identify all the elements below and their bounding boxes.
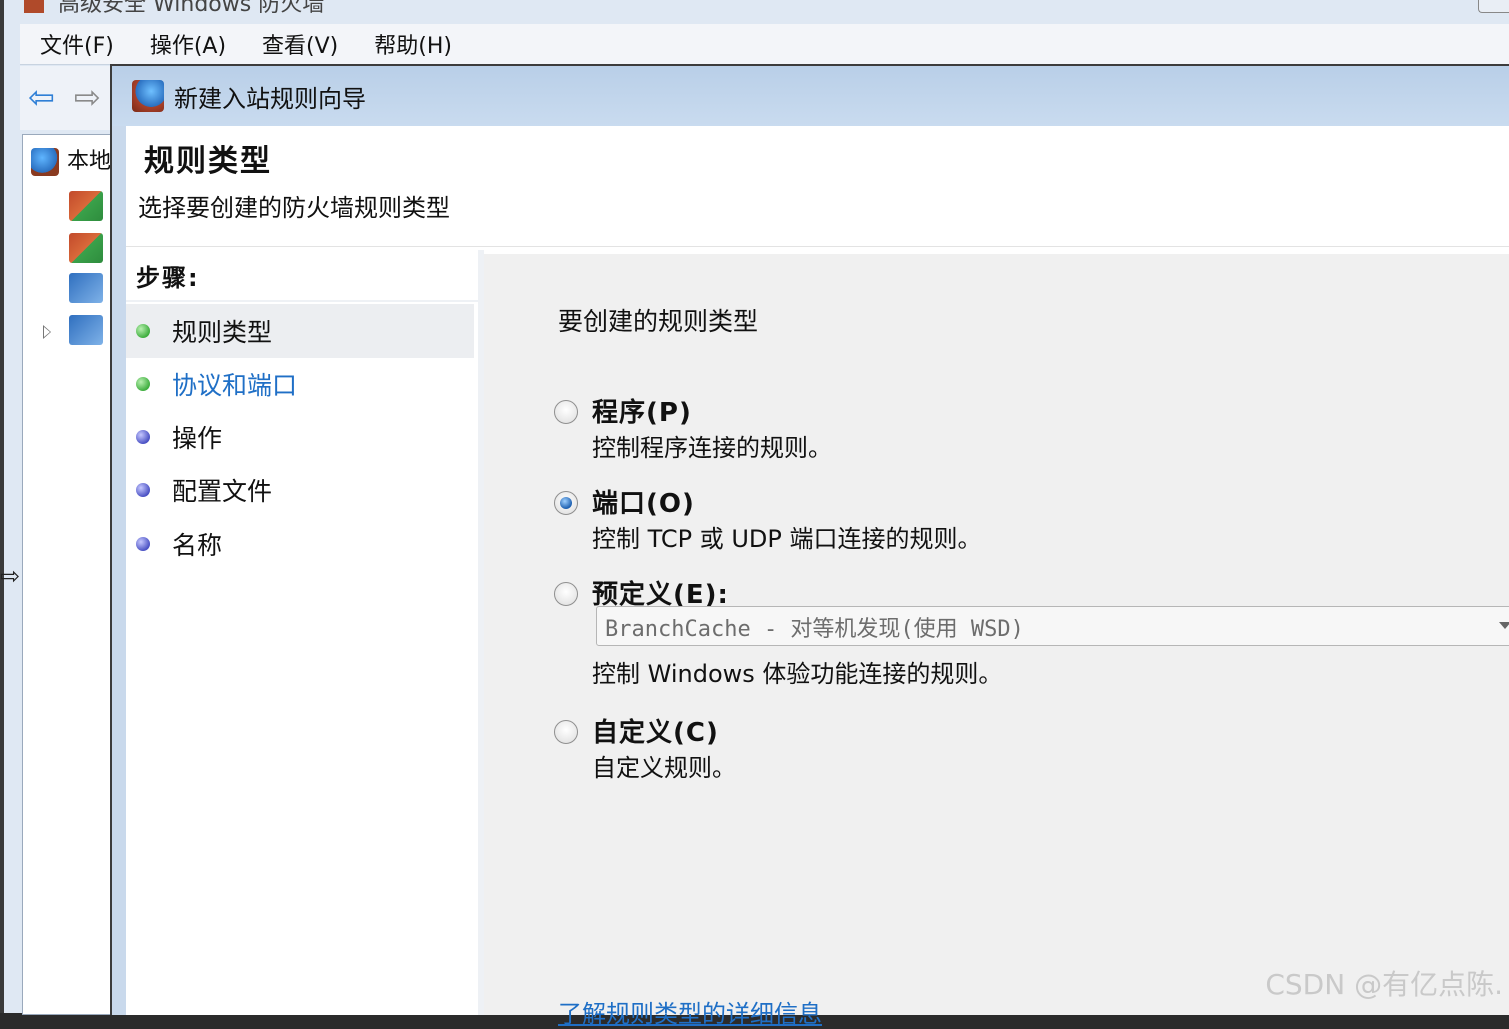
wizard-body: 规则类型 选择要创建的防火墙规则类型 步骤: 规则类型 协议和端口 操作 配置文… <box>126 126 1509 1028</box>
custom-radio[interactable] <box>554 720 578 744</box>
step-status-icon <box>136 483 150 497</box>
program-radio[interactable] <box>554 400 578 424</box>
step-rule-type: 规则类型 <box>126 304 474 358</box>
monitoring-icon[interactable] <box>69 315 103 345</box>
connection-security-icon[interactable] <box>69 273 103 303</box>
predefined-dropdown[interactable]: BranchCache - 对等机发现(使用 WSD) <box>596 606 1509 646</box>
tree-root-item[interactable]: 本地 <box>31 143 111 176</box>
menu-action[interactable]: 操作(A) <box>150 28 226 60</box>
content-panel: 要创建的规则类型 程序(P) 控制程序连接的规则。 端口(O) 控制 TCP 或… <box>484 254 1509 1028</box>
wizard-title-bar: 新建入站规则向导 <box>112 66 1509 126</box>
step-label: 配置文件 <box>172 477 273 506</box>
step-label[interactable]: 协议和端口 <box>172 366 297 402</box>
step-name: 名称 <box>126 517 474 571</box>
steps-panel: 步骤: 规则类型 协议和端口 操作 配置文件 名称 <box>126 250 484 1015</box>
steps-heading: 步骤: <box>136 264 200 292</box>
menu-view[interactable]: 查看(V) <box>262 28 338 60</box>
menu-file[interactable]: 文件(F) <box>40 28 114 60</box>
step-status-icon <box>136 537 150 551</box>
chevron-down-icon[interactable] <box>1499 622 1509 629</box>
resize-cursor-icon: ⇨ <box>0 562 21 590</box>
predefined-dropdown-value: BranchCache - 对等机发现(使用 WSD) <box>605 617 1024 642</box>
rule-type-question: 要创建的规则类型 <box>558 307 759 336</box>
navigation-tree: 本地 <box>22 134 114 1015</box>
custom-label[interactable]: 自定义(C) <box>592 712 719 749</box>
step-profile: 配置文件 <box>126 463 474 517</box>
menu-help[interactable]: 帮助(H) <box>374 28 452 60</box>
step-label: 名称 <box>172 531 223 560</box>
port-radio[interactable] <box>554 491 578 515</box>
program-label[interactable]: 程序(P) <box>592 392 692 429</box>
step-status-icon <box>136 377 150 391</box>
forward-arrow-icon[interactable]: ⇨ <box>74 80 108 114</box>
wizard-title: 新建入站规则向导 <box>174 84 366 113</box>
parent-title: 高级安全 Windows 防火墙 <box>24 0 325 17</box>
outbound-rules-icon[interactable] <box>69 233 103 263</box>
watermark: CSDN @有亿点陈. <box>1265 968 1503 1001</box>
predefined-description: 控制 Windows 体验功能连接的规则。 <box>592 660 1003 688</box>
firewall-icon <box>24 0 44 13</box>
port-description: 控制 TCP 或 UDP 端口连接的规则。 <box>592 525 982 553</box>
back-arrow-icon[interactable]: ⇦ <box>28 80 62 114</box>
custom-description: 自定义规则。 <box>592 754 736 782</box>
parent-title-text: 高级安全 Windows 防火墙 <box>58 0 325 17</box>
page-subtitle: 选择要创建的防火墙规则类型 <box>138 194 450 222</box>
wizard-window: 新建入站规则向导 规则类型 选择要创建的防火墙规则类型 步骤: 规则类型 协议和… <box>110 64 1509 1028</box>
step-status-icon <box>136 324 150 338</box>
left-edge <box>0 0 4 1013</box>
learn-more-link[interactable]: 了解规则类型的详细信息 <box>558 994 822 1029</box>
predefined-radio[interactable] <box>554 582 578 606</box>
steps-divider <box>126 300 478 302</box>
inbound-rules-icon[interactable] <box>69 191 103 221</box>
firewall-globe-icon <box>132 80 164 112</box>
wizard-header: 规则类型 选择要创建的防火墙规则类型 <box>126 126 1509 247</box>
step-protocol-port[interactable]: 协议和端口 <box>126 357 474 411</box>
step-action: 操作 <box>126 410 474 464</box>
page-title: 规则类型 <box>144 144 272 179</box>
expand-arrow-icon[interactable] <box>43 325 51 339</box>
tree-root-label: 本地 <box>67 149 112 174</box>
parent-close-button[interactable] <box>1478 0 1509 13</box>
toolbar: ⇦ ⇨ <box>20 66 112 130</box>
step-label: 操作 <box>172 424 223 453</box>
port-label[interactable]: 端口(O) <box>592 483 695 520</box>
step-label: 规则类型 <box>172 318 273 347</box>
program-description: 控制程序连接的规则。 <box>592 434 832 462</box>
firewall-globe-icon <box>31 148 59 176</box>
menu-bar: 文件(F) 操作(A) 查看(V) 帮助(H) <box>20 24 1509 65</box>
step-status-icon <box>136 430 150 444</box>
